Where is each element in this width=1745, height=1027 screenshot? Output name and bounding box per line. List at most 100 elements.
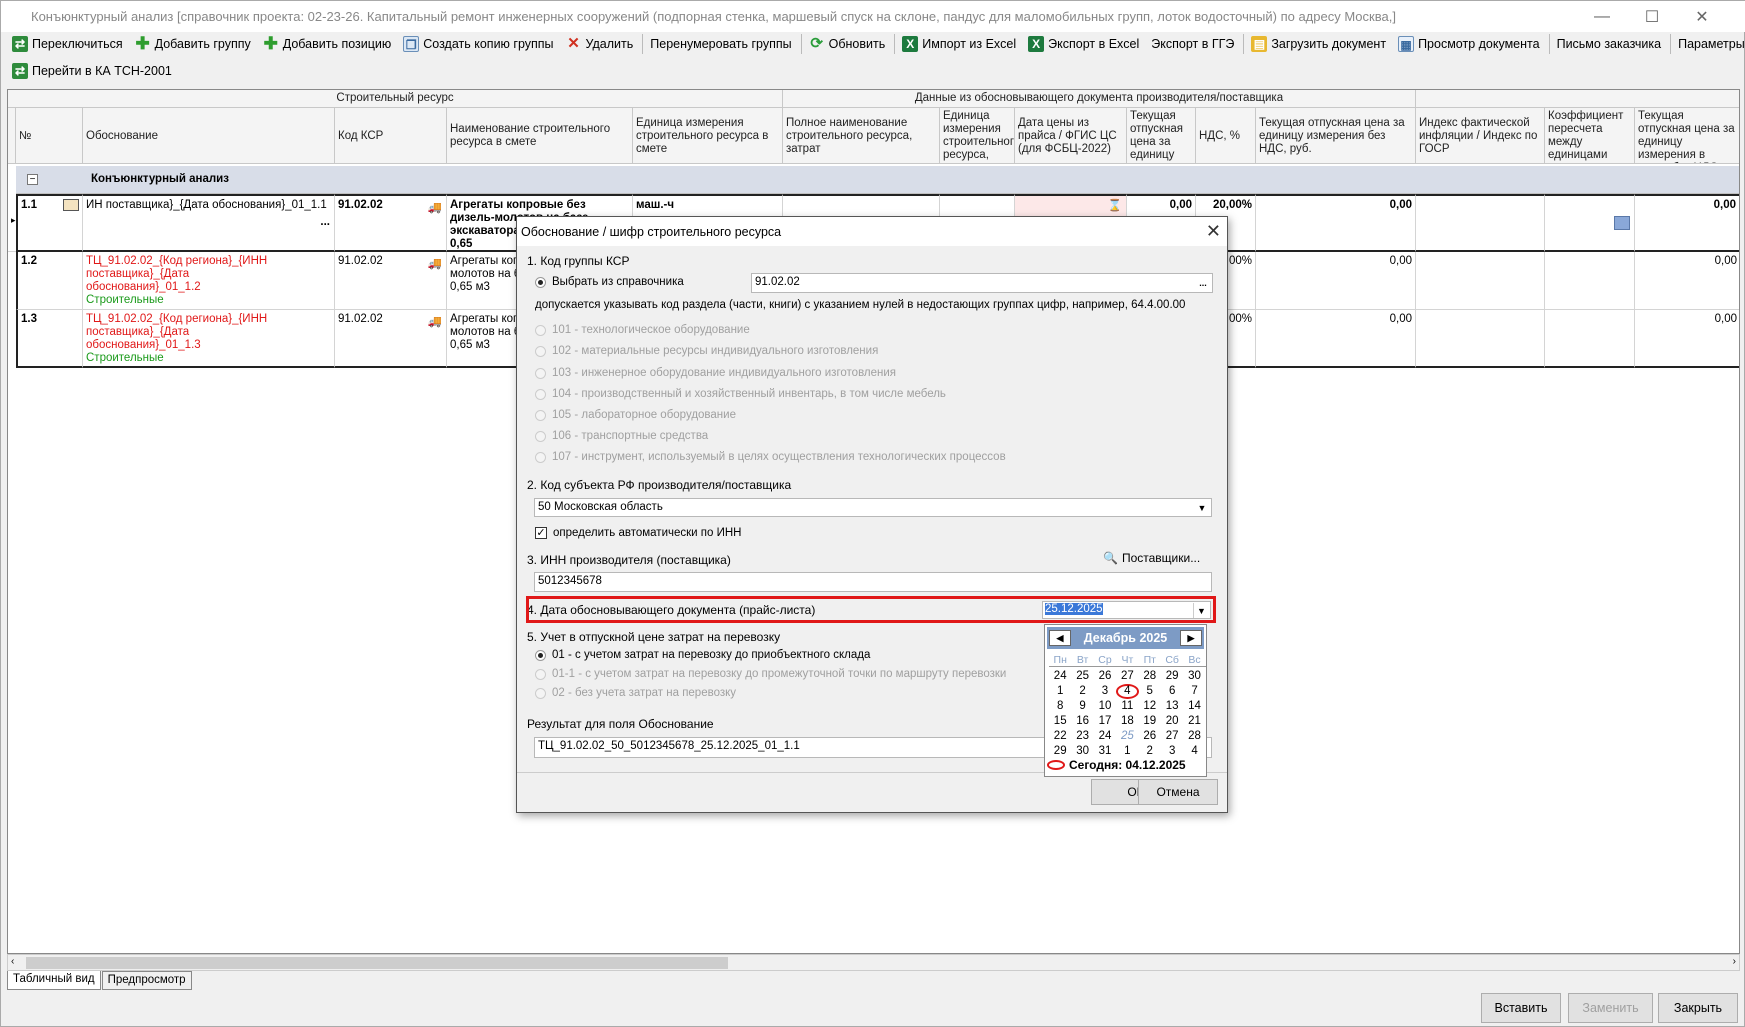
header-ksr[interactable]: Код КСР [335,108,447,164]
calendar-day[interactable]: 9 [1071,699,1093,714]
calendar-day[interactable]: 13 [1161,699,1183,714]
parameters-button[interactable]: Параметры [1673,32,1745,56]
calendar-day[interactable]: 21 [1183,714,1205,729]
dialog-close-icon[interactable]: ✕ [1206,221,1221,242]
calendar-day[interactable]: 29 [1161,669,1183,684]
minimize-button[interactable]: — [1579,1,1625,32]
tab-preview[interactable]: Предпросмотр [101,971,192,990]
row-1-2-num[interactable]: 1.2 [16,252,83,310]
calendar-day[interactable]: 15 [1049,714,1071,729]
calendar-day[interactable]: 19 [1139,714,1161,729]
radio-transport-01-1[interactable]: 01-1 - с учетом затрат на перевозку до п… [535,668,1006,680]
suppliers-link[interactable]: 🔍 Поставщики... [1103,551,1200,565]
row-1-3-cur-price-est[interactable]: 0,00 [1635,310,1739,368]
row-1-1-cur-price-no-vat[interactable]: 0,00 [1256,194,1416,252]
import-excel-button[interactable]: X Импорт из Excel [897,32,1023,56]
calendar-day[interactable]: 23 [1071,729,1093,744]
row-1-3-coef[interactable] [1545,310,1635,368]
export-excel-button[interactable]: X Экспорт в Excel [1023,32,1146,56]
header-num[interactable]: № [16,108,83,164]
calendar-day[interactable]: 28 [1183,729,1205,744]
calendar-day[interactable]: 2 [1071,684,1093,699]
calendar-day[interactable]: 2 [1139,744,1161,759]
row-1-3-index[interactable] [1416,310,1545,368]
today-link[interactable]: Сегодня: 04.12.2025 [1047,758,1186,772]
browse-button[interactable]: ... [1195,275,1211,291]
radio-group-102[interactable]: 102 - материальные ресурсы индивидуально… [535,345,878,357]
radio-transport-02[interactable]: 02 - без учета затрат на перевозку [535,687,736,699]
calendar-day[interactable]: 12 [1139,699,1161,714]
export-gge-button[interactable]: Экспорт в ГГЭ [1146,32,1241,56]
calendar-day[interactable]: 7 [1183,684,1205,699]
header-basis[interactable]: Обоснование [83,108,335,164]
row-1-1-index[interactable] [1416,194,1545,252]
calendar-day[interactable]: 1 [1116,744,1138,759]
header-full-name[interactable]: Полное наименование строительного ресурс… [783,108,940,164]
radio-group-103[interactable]: 103 - инженерное оборудование индивидуал… [535,367,896,379]
calendar-day[interactable]: 27 [1161,729,1183,744]
collapse-toggle[interactable]: − [27,174,38,185]
calendar-day[interactable]: 20 [1161,714,1183,729]
upload-document-button[interactable]: ▤ Загрузить документ [1246,32,1393,56]
header-vat[interactable]: НДС, % [1196,108,1256,164]
radio-select-from-directory[interactable]: Выбрать из справочника [535,276,684,288]
maximize-button[interactable]: ☐ [1629,1,1675,32]
header-coef[interactable]: Коэффициент пересчета между единицами [1545,108,1635,164]
radio-group-105[interactable]: 105 - лабораторное оборудование [535,409,736,421]
calendar-day[interactable]: 30 [1183,669,1205,684]
prev-month-button[interactable]: ◀ [1049,630,1071,646]
calendar-day[interactable]: 4 [1183,744,1205,759]
calendar-day[interactable]: 24 [1049,669,1071,684]
row-1-2-basis[interactable]: ТЦ_91.02.02_{Код региона}_{ИНН поставщик… [83,252,335,310]
calendar-day[interactable]: 27 [1116,669,1138,684]
replace-button[interactable]: Заменить [1568,993,1653,1023]
goto-tsn-button[interactable]: ⇄ Перейти в КА ТСН-2001 [7,59,179,83]
header-doc-unit[interactable]: Единица измерения строительного ресурса, [940,108,1015,164]
calendar-day[interactable]: 25 [1116,729,1138,744]
row-1-3-ksr[interactable]: 91.02.02 🚚 [335,310,447,368]
row-1-1-basis[interactable]: ИН поставщика}_{Дата обоснования}_01_1.1… [83,194,335,252]
calendar-day[interactable]: 26 [1139,729,1161,744]
add-group-button[interactable]: ✚ Добавить группу [130,32,258,56]
scroll-left-icon[interactable]: ‹ [11,956,14,967]
calendar-day[interactable]: 31 [1094,744,1116,759]
scroll-right-icon[interactable]: › [1733,956,1736,967]
ksr-code-input[interactable]: 91.02.02... [751,273,1213,293]
calendar-day[interactable]: 22 [1049,729,1071,744]
calendar-day[interactable]: 16 [1071,714,1093,729]
calendar-day[interactable]: 25 [1071,669,1093,684]
calendar-day[interactable]: 29 [1049,744,1071,759]
row-1-2-index[interactable] [1416,252,1545,310]
calendar-day[interactable]: 3 [1094,684,1116,699]
group-row[interactable]: − Конъюнктурный анализ [16,166,1739,194]
header-cur-price-est[interactable]: Текущая отпускная цена за единицу измере… [1635,108,1739,164]
calendar-day[interactable]: 14 [1183,699,1205,714]
auto-inn-checkbox[interactable]: ✓ определить автоматически по ИНН [535,527,741,539]
row-1-3-cur-price-no-vat[interactable]: 0,00 [1256,310,1416,368]
row-1-1-ksr[interactable]: 91.02.02 🚚 [335,194,447,252]
renumber-groups-button[interactable]: Перенумеровать группы [645,32,798,56]
row-1-1-num[interactable]: 1.1 [16,194,83,252]
row-1-1-cur-price-est[interactable]: 0,00 [1635,194,1739,252]
row-1-1-coef[interactable] [1545,194,1635,252]
delete-button[interactable]: ✕ Удалить [561,32,641,56]
region-select[interactable]: 50 Московская область ▼ [534,498,1212,517]
header-unit[interactable]: Единица измерения строительного ресурса … [633,108,783,164]
add-position-button[interactable]: ✚ Добавить позицию [258,32,399,56]
calendar-day[interactable]: 17 [1094,714,1116,729]
radio-transport-01[interactable]: 01 - с учетом затрат на перевозку до при… [535,649,870,661]
row-1-2-cur-price-est[interactable]: 0,00 [1635,252,1739,310]
radio-group-104[interactable]: 104 - производственный и хозяйственный и… [535,388,946,400]
ellipsis-button[interactable]: ... [320,216,330,229]
row-1-3-num[interactable]: 1.3 [16,310,83,368]
radio-group-107[interactable]: 107 - инструмент, используемый в целях о… [535,451,1006,463]
calendar-day[interactable]: 30 [1071,744,1093,759]
refresh-button[interactable]: ⟳ Обновить [804,32,893,56]
calendar-day[interactable]: 6 [1161,684,1183,699]
calendar-day[interactable]: 1 [1049,684,1071,699]
header-name[interactable]: Наименование строительного ресурса в сме… [447,108,633,164]
calendar-day[interactable]: 11 [1116,699,1138,714]
radio-group-106[interactable]: 106 - транспортные средства [535,430,708,442]
view-document-button[interactable]: ▦ Просмотр документа [1393,32,1547,56]
header-price-date[interactable]: Дата цены из прайса / ФГИС ЦС (для ФСБЦ-… [1015,108,1127,164]
